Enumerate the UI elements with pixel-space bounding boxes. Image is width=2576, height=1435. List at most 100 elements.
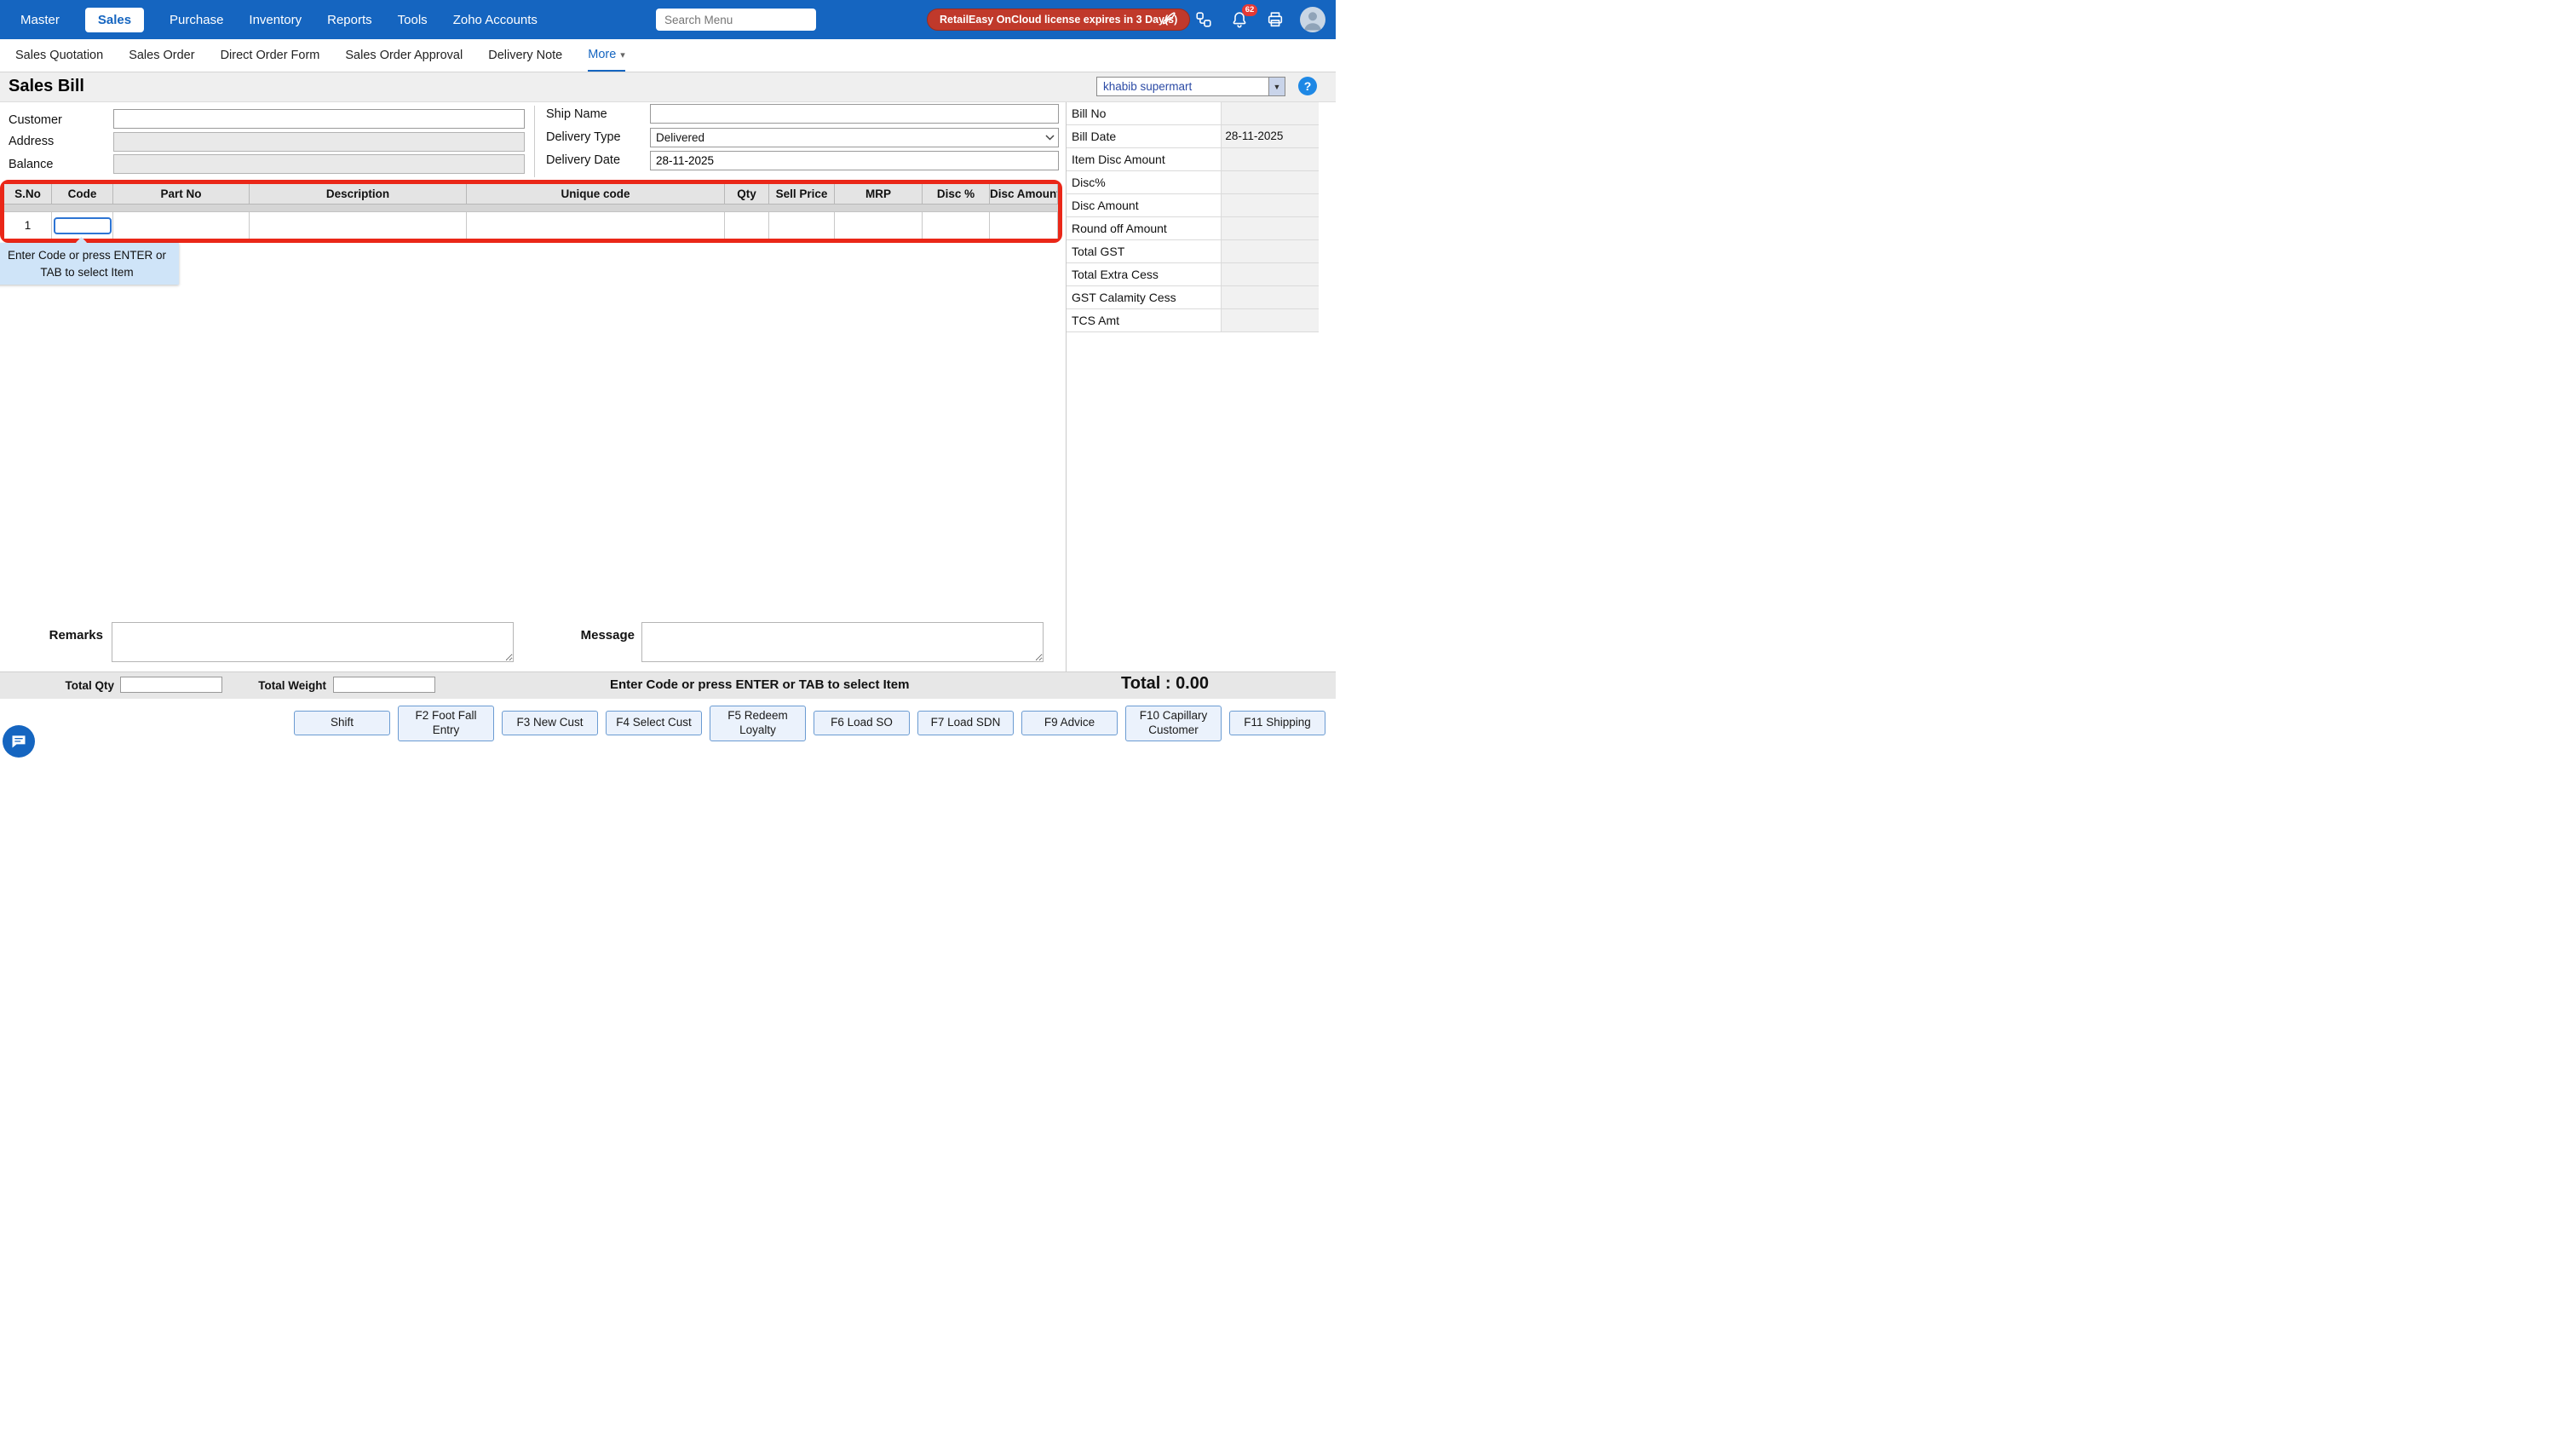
cell-disc-amount[interactable] [990, 212, 1058, 239]
total-qty-label: Total Qty [46, 679, 114, 692]
cell-unique-code[interactable] [467, 212, 725, 239]
highlight-annotation: S.No Code Part No Description Unique cod… [0, 180, 1062, 243]
f10-capillary-customer-button[interactable]: F10 Capillary Customer [1125, 706, 1222, 741]
items-table: S.No Code Part No Description Unique cod… [4, 184, 1058, 239]
subnav-more-label: More [588, 48, 616, 61]
brush-icon[interactable] [1157, 9, 1179, 31]
page-title: Sales Bill [9, 77, 84, 96]
f11-shipping-button[interactable]: F11 Shipping [1229, 711, 1325, 735]
select-arrow-icon: ▼ [1268, 78, 1285, 95]
col-unique-code: Unique code [467, 184, 725, 204]
items-table-header: S.No Code Part No Description Unique cod… [4, 184, 1058, 205]
license-expiry-alert[interactable]: RetailEasy OnCloud license expires in 3 … [927, 9, 1190, 31]
shift-button[interactable]: Shift [294, 711, 390, 735]
delivery-type-value: Delivered [651, 131, 1041, 144]
sales-subnav: Sales Quotation Sales Order Direct Order… [0, 39, 1336, 72]
topbar-icons: 62 [1157, 0, 1325, 39]
cell-sell-price[interactable] [769, 212, 835, 239]
notification-badge: 62 [1242, 4, 1257, 16]
balance-input [113, 154, 525, 174]
summary-row-tcs-amt: TCS Amt [1067, 309, 1319, 332]
function-button-bar: Shift F2 Foot Fall Entry F3 New Cust F4 … [0, 699, 1336, 744]
address-label: Address [9, 135, 54, 148]
address-input [113, 132, 525, 152]
code-entry-hint: Enter Code or press ENTER or TAB to sele… [610, 677, 909, 692]
chevron-down-icon [1041, 135, 1058, 141]
search-input[interactable] [656, 9, 816, 31]
message-textarea[interactable] [641, 622, 1044, 662]
col-code: Code [52, 184, 113, 204]
f7-load-sdn-button[interactable]: F7 Load SDN [917, 711, 1014, 735]
cell-disc-pct[interactable] [923, 212, 990, 239]
summary-row-disc-pct: Disc% [1067, 171, 1319, 194]
menu-master[interactable]: Master [20, 13, 60, 27]
customer-label: Customer [9, 113, 62, 127]
col-disc-pct: Disc % [923, 184, 990, 204]
col-sno: S.No [4, 184, 52, 204]
summary-row-bill-no: Bill No [1067, 102, 1319, 125]
ship-name-input[interactable] [650, 104, 1059, 124]
code-input[interactable] [54, 217, 112, 234]
subnav-sales-quotation[interactable]: Sales Quotation [15, 39, 103, 72]
subnav-sales-order-approval[interactable]: Sales Order Approval [345, 39, 463, 72]
cell-part-no[interactable] [113, 212, 250, 239]
col-sell-price: Sell Price [769, 184, 835, 204]
summary-row-gst-calamity-cess: GST Calamity Cess [1067, 286, 1319, 309]
f9-advice-button[interactable]: F9 Advice [1021, 711, 1118, 735]
remarks-textarea[interactable] [112, 622, 514, 662]
chat-support-button[interactable] [3, 725, 35, 758]
top-navigation-bar: Master Sales Purchase Inventory Reports … [0, 0, 1336, 39]
message-label: Message [572, 628, 635, 643]
col-qty: Qty [725, 184, 769, 204]
workflow-icon[interactable] [1193, 9, 1215, 31]
cell-mrp[interactable] [835, 212, 923, 239]
menu-inventory[interactable]: Inventory [249, 13, 302, 27]
total-weight-label: Total Weight [248, 679, 326, 692]
help-icon[interactable]: ? [1298, 77, 1317, 95]
customer-input[interactable] [113, 109, 525, 129]
total-qty-input[interactable] [120, 677, 222, 693]
delivery-type-select[interactable]: Delivered [650, 128, 1059, 147]
col-description: Description [250, 184, 467, 204]
user-avatar[interactable] [1300, 7, 1325, 32]
subnav-delivery-note[interactable]: Delivery Note [488, 39, 562, 72]
chat-bubble-icon [10, 733, 27, 750]
main-menu: Master Sales Purchase Inventory Reports … [20, 0, 538, 39]
f5-redeem-loyalty-button[interactable]: F5 Redeem Loyalty [710, 706, 806, 741]
cell-code[interactable] [52, 212, 113, 239]
cell-qty[interactable] [725, 212, 769, 239]
f6-load-so-button[interactable]: F6 Load SO [814, 711, 910, 735]
ship-name-label: Ship Name [546, 107, 607, 121]
summary-row-total-gst: Total GST [1067, 240, 1319, 263]
col-disc-amount: Disc Amount [990, 184, 1058, 204]
delivery-date-label: Delivery Date [546, 153, 620, 167]
menu-purchase[interactable]: Purchase [170, 13, 223, 27]
cell-description[interactable] [250, 212, 467, 239]
table-strip [4, 205, 1058, 212]
subnav-direct-order-form[interactable]: Direct Order Form [221, 39, 320, 72]
summary-row-item-disc-amount: Item Disc Amount [1067, 148, 1319, 171]
total-weight-input[interactable] [333, 677, 435, 693]
store-selector-value: khabib supermart [1097, 80, 1268, 93]
col-mrp: MRP [835, 184, 923, 204]
f2-foot-fall-entry-button[interactable]: F2 Foot Fall Entry [398, 706, 494, 741]
summary-row-bill-date: Bill Date 28-11-2025 [1067, 125, 1319, 148]
totals-strip: Total Qty Total Weight Enter Code or pre… [0, 671, 1336, 699]
f4-select-cust-button[interactable]: F4 Select Cust [606, 711, 702, 735]
menu-zoho-accounts[interactable]: Zoho Accounts [453, 13, 538, 27]
bell-icon[interactable]: 62 [1228, 9, 1251, 31]
store-selector[interactable]: khabib supermart ▼ [1096, 77, 1285, 96]
code-entry-tooltip: Enter Code or press ENTER or TAB to sele… [0, 243, 179, 285]
table-row: 1 [4, 212, 1058, 239]
subnav-sales-order[interactable]: Sales Order [129, 39, 194, 72]
f3-new-cust-button[interactable]: F3 New Cust [502, 711, 598, 735]
subnav-more[interactable]: More ▾ [588, 39, 625, 72]
delivery-date-input[interactable] [650, 151, 1059, 170]
menu-tools[interactable]: Tools [398, 13, 428, 27]
remarks-label: Remarks [40, 628, 103, 643]
cell-sno: 1 [4, 212, 52, 239]
printer-icon[interactable] [1264, 9, 1286, 31]
menu-reports[interactable]: Reports [327, 13, 372, 27]
menu-sales[interactable]: Sales [85, 8, 144, 32]
chevron-down-icon: ▾ [620, 49, 625, 61]
